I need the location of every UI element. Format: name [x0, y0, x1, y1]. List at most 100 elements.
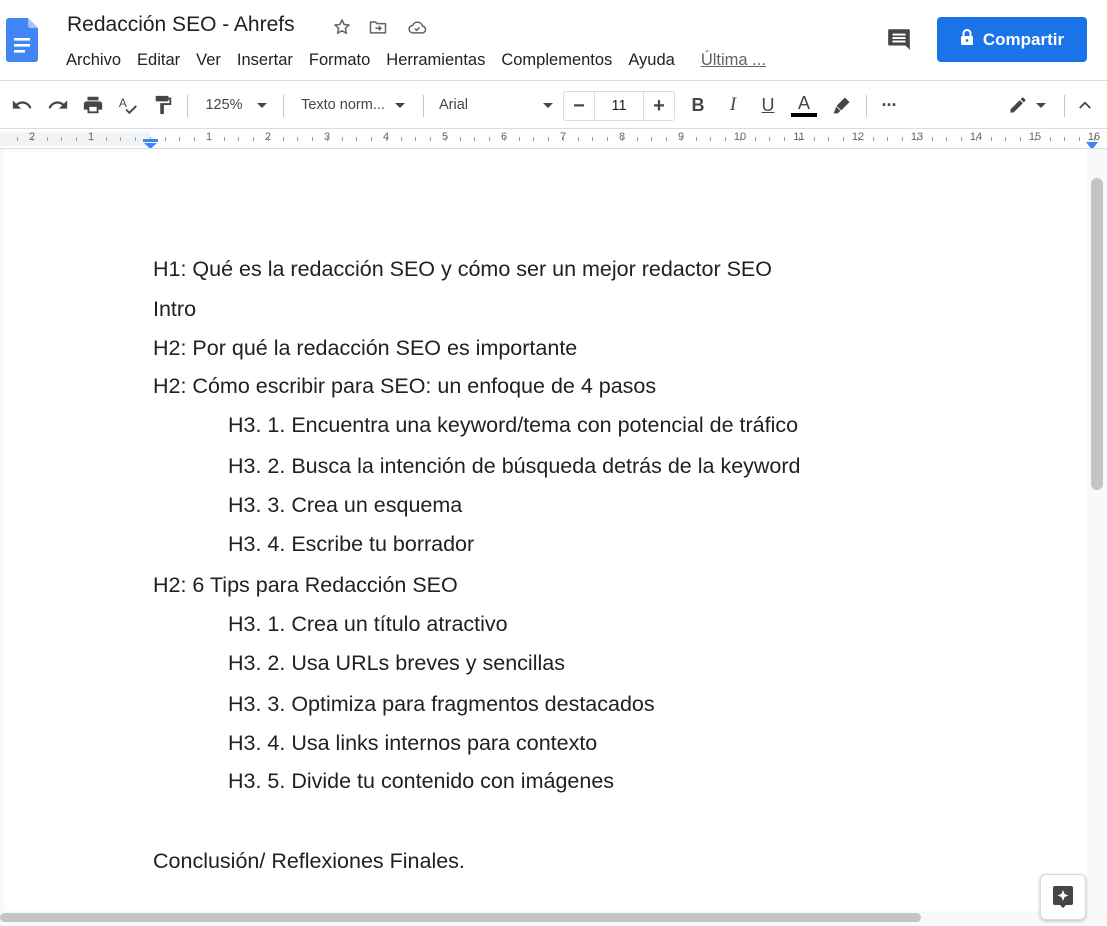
last-edit-link[interactable]: Última ...	[693, 48, 774, 72]
bold-button[interactable]: B	[686, 92, 710, 118]
doc-line-h3[interactable]: H3. 2. Usa URLs breves y sencillas	[228, 650, 565, 676]
ruler-tick	[312, 137, 313, 141]
chevron-down-icon	[256, 102, 267, 108]
ruler-tick	[696, 137, 697, 141]
decrease-font-size-button[interactable]: −	[564, 92, 594, 120]
doc-line-h3[interactable]: H3. 3. Optimiza para fragmentos destacad…	[228, 691, 655, 717]
ruler-tick	[740, 137, 741, 141]
docs-logo-icon[interactable]	[6, 18, 38, 62]
star-icon[interactable]	[331, 16, 353, 38]
cloud-saved-icon[interactable]	[406, 16, 428, 38]
underline-button[interactable]: U	[756, 92, 780, 118]
doc-line-h3[interactable]: H3. 3. Crea un esquema	[228, 492, 462, 518]
collapse-menus-icon[interactable]	[1072, 92, 1098, 118]
print-icon[interactable]	[80, 92, 106, 118]
ruler-tick	[681, 137, 682, 141]
paragraph-style-select[interactable]: Texto norm...	[296, 92, 410, 118]
ruler-tick	[76, 137, 77, 141]
menu-ayuda[interactable]: Ayuda	[620, 48, 683, 72]
vertical-scrollbar[interactable]	[1091, 178, 1103, 490]
chevron-down-icon	[1036, 102, 1046, 108]
paint-format-icon[interactable]	[150, 92, 176, 118]
explore-button[interactable]	[1040, 874, 1086, 920]
ruler-tick	[17, 137, 18, 141]
ruler-tick	[828, 137, 829, 141]
ruler[interactable]: 2 1 1 2 3 4 5 6 7 8 9 10 11 12 13 14 15 …	[0, 129, 1107, 149]
ruler-tick	[135, 137, 136, 141]
menu-complementos[interactable]: Complementos	[493, 48, 620, 72]
ruler-tick	[1050, 137, 1051, 141]
document-canvas[interactable]: H1: Qué es la redacción SEO y cómo ser u…	[0, 149, 1107, 926]
menu-ver[interactable]: Ver	[188, 48, 229, 72]
doc-line-h1[interactable]: H1: Qué es la redacción SEO y cómo ser u…	[153, 256, 772, 282]
increase-font-size-button[interactable]: +	[644, 92, 674, 120]
text-color-swatch	[791, 112, 817, 117]
ruler-tick	[238, 137, 239, 141]
toolbar: A 125% Texto norm... Arial − 11 + B I U …	[0, 80, 1107, 129]
doc-line-h2[interactable]: H2: Cómo escribir para SEO: un enfoque d…	[153, 373, 656, 399]
share-button[interactable]: Compartir	[937, 17, 1087, 62]
left-indent-marker-icon[interactable]	[143, 136, 158, 148]
ruler-tick	[61, 137, 62, 141]
ruler-tick	[799, 137, 800, 141]
right-indent-marker-icon[interactable]	[1086, 137, 1098, 148]
move-to-folder-icon[interactable]	[367, 16, 389, 38]
doc-line-h3[interactable]: H3. 5. Divide tu contenido con imágenes	[228, 768, 614, 794]
font-select[interactable]: Arial	[439, 92, 553, 118]
ruler-tick	[991, 137, 992, 141]
menu-editar[interactable]: Editar	[129, 48, 188, 72]
doc-line-h3[interactable]: H3. 4. Usa links internos para contexto	[228, 730, 597, 756]
menu-herramientas[interactable]: Herramientas	[378, 48, 493, 72]
ruler-tick	[194, 137, 195, 141]
italic-button[interactable]: I	[721, 92, 745, 118]
doc-line-h2[interactable]: H2: Por qué la redacción SEO es importan…	[153, 335, 577, 361]
ruler-tick	[297, 137, 298, 141]
ruler-tick	[165, 137, 166, 141]
ruler-tick	[1064, 137, 1065, 141]
document-page[interactable]: H1: Qué es la redacción SEO y cómo ser u…	[4, 149, 1087, 911]
ruler-left-margin	[0, 132, 150, 146]
doc-line-h2[interactable]: H2: 6 Tips para Redacción SEO	[153, 572, 458, 598]
text-color-button[interactable]: A	[790, 92, 818, 118]
comments-icon[interactable]	[884, 24, 914, 54]
zoom-select[interactable]: 125%	[200, 92, 272, 118]
ruler-tick	[622, 137, 623, 141]
title-bar: Redacción SEO - Ahrefs Archivo Editar Ve…	[0, 0, 1107, 80]
ruler-tick	[755, 137, 756, 141]
doc-line-h3[interactable]: H3. 2. Busca la intención de búsqueda de…	[228, 453, 801, 479]
spellcheck-icon[interactable]: A	[115, 92, 141, 118]
ruler-tick	[873, 137, 874, 141]
document-title[interactable]: Redacción SEO - Ahrefs	[67, 13, 295, 37]
ruler-tick	[533, 137, 534, 141]
ruler-tick	[725, 137, 726, 141]
doc-line[interactable]: Intro	[153, 296, 196, 322]
font-size-input[interactable]: 11	[594, 92, 644, 120]
ruler-tick	[1005, 137, 1006, 141]
ruler-tick	[519, 137, 520, 141]
doc-line-h3[interactable]: H3. 4. Escribe tu borrador	[228, 531, 474, 557]
ruler-tick	[1079, 137, 1080, 141]
ruler-tick	[666, 137, 667, 141]
svg-text:A: A	[119, 96, 127, 110]
doc-line-h3[interactable]: H3. 1. Crea un título atractivo	[228, 611, 508, 637]
ruler-tick	[179, 137, 180, 141]
menu-insertar[interactable]: Insertar	[229, 48, 301, 72]
doc-line[interactable]: Conclusión/ Reflexiones Finales.	[153, 848, 465, 874]
ruler-tick	[637, 137, 638, 141]
redo-icon[interactable]	[45, 92, 71, 118]
ruler-tick	[917, 137, 918, 141]
ruler-tick	[489, 137, 490, 141]
more-options-button[interactable]: ···	[876, 92, 902, 118]
ruler-tick	[858, 137, 859, 141]
font-size-control: − 11 +	[563, 91, 675, 121]
ruler-tick	[814, 137, 815, 141]
menu-archivo[interactable]: Archivo	[58, 48, 129, 72]
menu-formato[interactable]: Formato	[301, 48, 378, 72]
ruler-tick	[32, 137, 33, 141]
horizontal-scrollbar[interactable]	[0, 913, 921, 922]
ruler-tick	[268, 137, 269, 141]
doc-line-h3[interactable]: H3. 1. Encuentra una keyword/tema con po…	[228, 412, 798, 438]
undo-icon[interactable]	[9, 92, 35, 118]
highlight-icon[interactable]	[829, 92, 855, 118]
editing-mode-select[interactable]	[1004, 92, 1050, 118]
